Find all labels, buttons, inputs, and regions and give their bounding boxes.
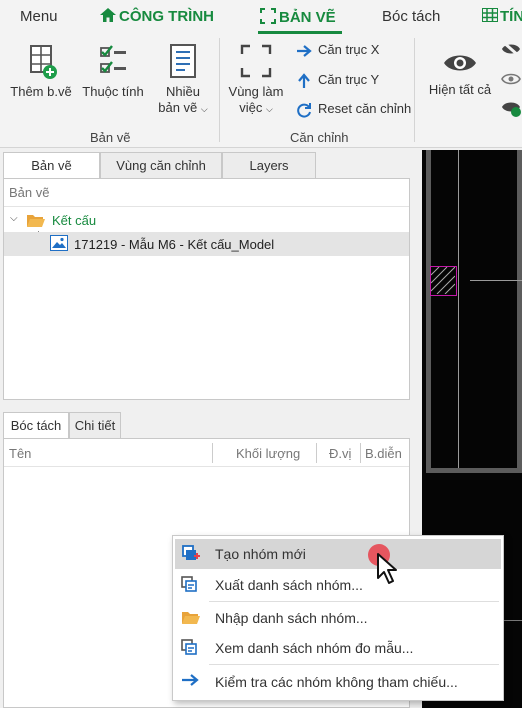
tab-layers[interactable]: Layers bbox=[222, 152, 316, 178]
menu-item-cong-trinh-label: CÔNG TRÌNH bbox=[119, 8, 214, 25]
ribbon-separator bbox=[219, 38, 220, 142]
align-y-button[interactable]: Căn trục Y bbox=[296, 72, 379, 89]
menu-item-check-unreferenced-label: Kiểm tra các nhóm không tham chiếu... bbox=[215, 674, 458, 690]
canvas-line bbox=[458, 150, 459, 468]
group-label-ban-ve: Bản vẽ bbox=[90, 130, 131, 145]
multiple-drawings-label-2: bản vẽ bbox=[158, 100, 198, 115]
eye-slash-icon[interactable] bbox=[500, 40, 522, 58]
menu-item-view-sample-groups-label: Xem danh sách nhóm đo mẫu... bbox=[215, 640, 414, 656]
menu-item-create-group[interactable]: Tạo nhóm mới bbox=[175, 539, 501, 569]
menu-item-import-groups-label: Nhập danh sách nhóm... bbox=[215, 610, 368, 626]
group-label-can-chinh: Căn chỉnh bbox=[290, 130, 349, 145]
grid-icon bbox=[481, 7, 499, 23]
properties-label: Thuộc tính bbox=[82, 84, 144, 99]
properties-icon bbox=[100, 45, 126, 73]
mouse-cursor-icon bbox=[377, 553, 397, 584]
menu-item-export-groups[interactable]: Xuất danh sách nhóm... bbox=[175, 570, 501, 600]
add-drawing-icon bbox=[30, 45, 57, 79]
reset-alignment-label: Reset căn chỉnh bbox=[318, 101, 412, 116]
multiple-drawings-button[interactable]: Nhiều bản vẽ ⌵ bbox=[152, 42, 214, 117]
workspace-label-1: Vùng làm bbox=[228, 84, 284, 99]
show-all-label: Hiện tất cả bbox=[428, 82, 492, 97]
add-drawing-label: Thêm b.vẽ bbox=[10, 84, 72, 99]
align-y-label: Căn trục Y bbox=[318, 72, 380, 87]
menu-item-tinh-label: TÍN bbox=[500, 8, 522, 25]
menu-separator bbox=[209, 601, 499, 602]
new-group-icon bbox=[182, 545, 200, 560]
col-header-khoi-luong[interactable]: Khối lượng bbox=[236, 439, 300, 467]
chevron-down-icon[interactable]: ⌵ bbox=[10, 213, 18, 224]
canvas-frame bbox=[426, 150, 522, 473]
arrow-right-icon bbox=[297, 44, 312, 57]
chevron-down-icon: ⌵ bbox=[200, 104, 208, 114]
menu-item-ban-ve[interactable]: BẢN VẼ bbox=[260, 8, 336, 26]
tree-folder-row[interactable]: ⌵ Kết cấu bbox=[4, 209, 409, 231]
align-x-label: Căn trục X bbox=[318, 42, 380, 57]
menu-item-ban-ve-label: BẢN VẼ bbox=[279, 9, 336, 26]
show-all-button[interactable]: Hiện tất cả bbox=[424, 46, 496, 98]
menu-item-export-groups-label: Xuất danh sách nhóm... bbox=[215, 577, 363, 593]
add-drawing-button[interactable]: Thêm b.vẽ bbox=[8, 42, 74, 100]
col-header-ten[interactable]: Tên bbox=[9, 439, 31, 467]
canvas-line bbox=[470, 280, 522, 281]
menu-item-menu[interactable]: Menu bbox=[20, 8, 58, 25]
folder-open-icon bbox=[27, 215, 45, 227]
arrow-up-icon bbox=[298, 72, 310, 88]
view-list-icon bbox=[181, 639, 197, 655]
tab-ban-ve[interactable]: Bản vẽ bbox=[3, 152, 100, 179]
menu-item-check-unreferenced[interactable]: Kiểm tra các nhóm không tham chiếu... bbox=[175, 667, 501, 697]
align-x-button[interactable]: Căn trục X bbox=[296, 42, 379, 58]
tree-folder-label: Kết cấu bbox=[52, 213, 97, 228]
takeoff-tabs: Bóc tách Chi tiết bbox=[3, 412, 423, 439]
column-divider[interactable] bbox=[316, 443, 317, 463]
col-header-bdien[interactable]: B.diễn bbox=[365, 439, 402, 467]
export-list-icon bbox=[181, 576, 197, 592]
menu-item-cong-trinh[interactable]: CÔNG TRÌNH bbox=[100, 8, 214, 25]
workspace-label-2: việc bbox=[239, 100, 263, 115]
table-header: Tên Khối lượng Đ.vị B.diễn bbox=[4, 439, 409, 467]
menu-item-create-group-label: Tạo nhóm mới bbox=[215, 546, 306, 562]
eye-icon bbox=[444, 55, 476, 71]
folder-open-icon bbox=[182, 612, 200, 624]
multiple-drawings-label-1: Nhiều bbox=[166, 84, 200, 99]
refresh-icon bbox=[297, 102, 311, 118]
multiple-drawings-icon bbox=[170, 44, 196, 78]
properties-button[interactable]: Thuộc tính bbox=[82, 42, 144, 100]
column-divider[interactable] bbox=[212, 443, 213, 463]
column-divider[interactable] bbox=[360, 443, 361, 463]
home-icon bbox=[100, 8, 116, 22]
hatch-pattern bbox=[430, 266, 456, 295]
eye-outline-icon[interactable] bbox=[500, 70, 522, 88]
workspace-frame-icon bbox=[240, 44, 272, 78]
frame-icon bbox=[260, 8, 276, 24]
menu-item-import-groups[interactable]: Nhập danh sách nhóm... bbox=[175, 603, 501, 633]
tree-drawing-label: 171219 - Mẫu M6 - Kết cấu_Model bbox=[74, 237, 275, 252]
tree-drawing-row[interactable]: 171219 - Mẫu M6 - Kết cấu_Model bbox=[4, 232, 409, 256]
menu-item-boc-tach[interactable]: Bóc tách bbox=[382, 8, 440, 25]
arrow-right-icon bbox=[182, 674, 199, 686]
tree-header: Bản vẽ bbox=[4, 179, 409, 207]
menu-item-tinh[interactable]: TÍN bbox=[481, 7, 522, 25]
menu-item-view-sample-groups[interactable]: Xem danh sách nhóm đo mẫu... bbox=[175, 633, 501, 663]
menu-separator bbox=[209, 664, 499, 665]
selection-highlight bbox=[430, 266, 457, 296]
ribbon-separator bbox=[414, 38, 415, 142]
context-menu: Tạo nhóm mới Xuất danh sách nhóm... Nhập… bbox=[172, 535, 504, 701]
chevron-down-icon: ⌵ bbox=[265, 104, 273, 114]
tab-vung-can-chinh[interactable]: Vùng căn chỉnh bbox=[100, 152, 222, 178]
drawing-tree-panel: Bản vẽ ⌵ Kết cấu 171219 - Mẫu M6 - Kết c… bbox=[3, 178, 410, 400]
tab-boc-tach[interactable]: Bóc tách bbox=[3, 412, 69, 439]
image-icon bbox=[50, 235, 68, 251]
eye-check-icon[interactable] bbox=[500, 98, 522, 118]
drawing-tabs: Bản vẽ Vùng căn chỉnh Layers bbox=[3, 152, 423, 179]
tab-chi-tiet[interactable]: Chi tiết bbox=[69, 412, 121, 438]
reset-alignment-button[interactable]: Reset căn chỉnh bbox=[296, 101, 411, 118]
workspace-area-button[interactable]: Vùng làm việc ⌵ bbox=[224, 42, 288, 117]
menu-bar: Menu CÔNG TRÌNH BẢN VẼ Bóc tách TÍN bbox=[0, 0, 522, 34]
col-header-dvi[interactable]: Đ.vị bbox=[329, 439, 351, 467]
ribbon: Thêm b.vẽ Thuộc tính Nhiều bản vẽ ⌵ Vùng… bbox=[0, 34, 522, 148]
